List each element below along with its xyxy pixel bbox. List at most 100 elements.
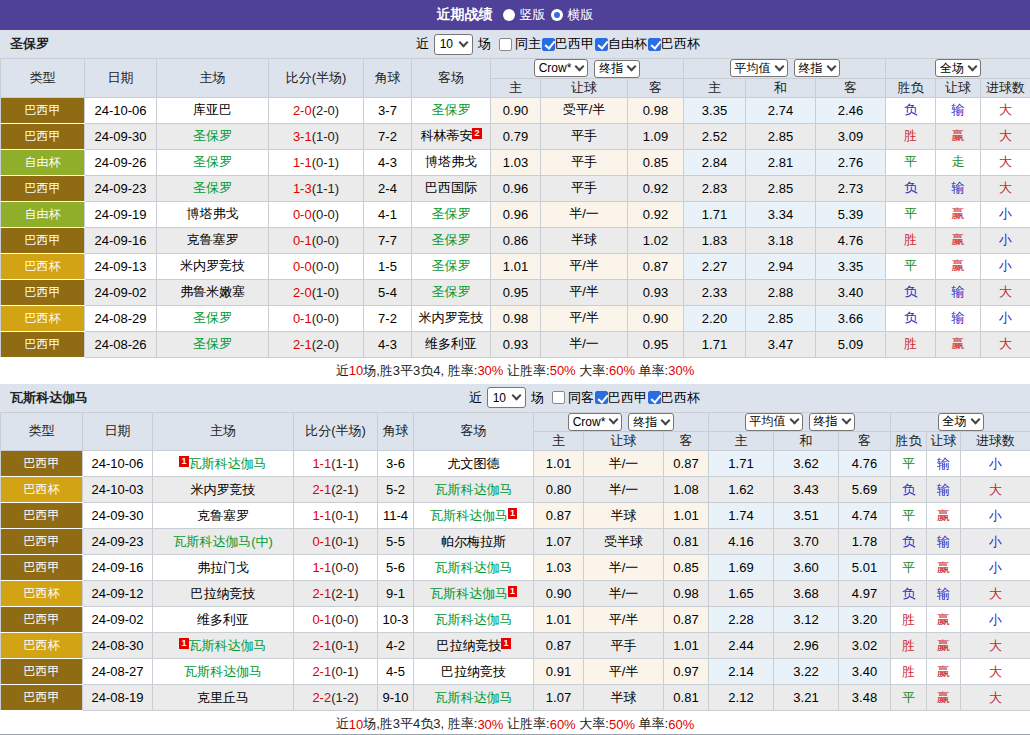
league-checkbox[interactable]: [648, 391, 661, 404]
topbar: 近期战绩 竖版横版: [0, 0, 1030, 30]
section-header: 瓦斯科达伽马近10场同客巴西甲巴西杯: [0, 384, 1030, 412]
odds-source-select[interactable]: 终指: [794, 59, 840, 77]
odds-source-select[interactable]: 平均值: [730, 59, 788, 77]
result-goals: 小: [981, 305, 1030, 331]
result-goals: 大: [981, 149, 1030, 175]
column-header: 角球: [378, 412, 414, 451]
column-header: 让球: [541, 78, 628, 97]
match-count-select-value: 10: [440, 37, 453, 51]
league-checkbox[interactable]: [648, 38, 661, 51]
table-row: 巴西杯24-08-29圣保罗0-1(0-0)7-2米内罗竞技0.98平/半0.9…: [1, 305, 1030, 331]
summary-segment: 单率:: [635, 715, 668, 733]
odds-source-select[interactable]: 全场: [938, 413, 984, 431]
handicap-odds: 0.97: [664, 659, 709, 685]
odds-source-select[interactable]: Crow*: [534, 59, 589, 77]
league-checkbox[interactable]: [595, 391, 608, 404]
team-label: 巴拉纳竞技: [436, 638, 501, 653]
ranking-marker: 1: [508, 586, 517, 597]
average-odds: 3.68: [774, 581, 839, 607]
team-label: 圣保罗: [432, 258, 471, 273]
team-section: 圣保罗近10场同主巴西甲自由杯巴西杯类型日期主场比分(半场)角球客场Crow*终…: [0, 30, 1030, 384]
chevron-down-icon: [459, 37, 469, 47]
column-header: 主: [534, 432, 584, 451]
away-team: 科林蒂安2: [412, 123, 491, 149]
average-odds: 1.74: [709, 503, 774, 529]
handicap-odds: 0.96: [491, 201, 541, 227]
result-winloss: 平: [891, 503, 927, 529]
odds-source-select[interactable]: 平均值: [745, 413, 803, 431]
average-odds: 4.76: [816, 227, 886, 253]
odds-source-select[interactable]: 终指: [809, 413, 855, 431]
handicap-odds: 1.02: [628, 227, 684, 253]
away-team: 瓦斯科达伽马1: [414, 581, 534, 607]
league-label: 巴西杯: [661, 35, 700, 53]
handicap-line: 半/一: [584, 451, 664, 477]
summary-segment: 近: [336, 715, 349, 733]
column-header: 胜负: [891, 432, 927, 451]
chevron-down-icon: [841, 415, 851, 425]
match-count-select[interactable]: 10: [434, 34, 473, 55]
handicap-odds: 1.07: [534, 685, 584, 711]
team-label: 帕尔梅拉斯: [441, 534, 506, 549]
result-handicap: 赢: [936, 227, 981, 253]
table-row: 巴西甲24-09-16弗拉门戈1-1(0-0)5-6瓦斯科达伽马1.03半/一0…: [1, 555, 1030, 581]
team-label: 瓦斯科达伽马: [430, 508, 508, 523]
column-header: 客: [839, 432, 891, 451]
league-checkbox[interactable]: [595, 38, 608, 51]
score-cell: 2-1(2-1): [294, 581, 378, 607]
league-checkbox[interactable]: [542, 38, 555, 51]
match-type-badge: 自由杯: [1, 201, 85, 227]
odds-source-select[interactable]: 终指: [594, 60, 640, 78]
away-team: 瓦斯科达伽马: [414, 477, 534, 503]
home-team: 克鲁塞罗: [157, 227, 269, 253]
summary-segment: 让胜率:: [503, 715, 549, 733]
same-venue-checkbox[interactable]: [499, 38, 512, 51]
average-odds: 5.01: [839, 555, 891, 581]
column-header: 进球数: [961, 432, 1030, 451]
handicap-line: 半/一: [584, 477, 664, 503]
halftime-score: (1-0): [312, 285, 339, 300]
summary-segment: 30%: [668, 363, 694, 378]
result-winloss: 负: [891, 529, 927, 555]
odds-group-header: 全场: [891, 412, 1030, 432]
same-venue-checkbox[interactable]: [552, 391, 565, 404]
fulltime-score: 0-1: [312, 534, 331, 549]
result-goals: 小: [981, 253, 1030, 279]
odds-source-select[interactable]: 终指: [628, 413, 674, 431]
match-type-badge: 巴西甲: [1, 279, 85, 305]
chevron-down-icon: [661, 415, 671, 425]
fulltime-score: 1-1: [312, 560, 331, 575]
column-header: 让球: [936, 78, 981, 97]
home-team: 圣保罗: [157, 331, 269, 357]
table-row: 巴西甲24-09-23圣保罗1-3(1-1)2-4巴西国际0.96平手0.922…: [1, 175, 1030, 201]
average-odds: 3.18: [746, 227, 816, 253]
handicap-odds: 0.93: [491, 331, 541, 357]
match-count-select[interactable]: 10: [487, 387, 526, 408]
halftime-score: (2-1): [331, 482, 358, 497]
team-label: 圣保罗: [432, 102, 471, 117]
league-label: 巴西甲: [608, 389, 647, 407]
corner-count: 5-2: [378, 477, 414, 503]
layout-radio-1[interactable]: [503, 9, 515, 21]
odds-source-select[interactable]: 全场: [935, 59, 981, 77]
column-header: 主场: [157, 59, 269, 98]
match-type-badge: 巴西甲: [1, 331, 85, 357]
match-date: 24-09-02: [83, 607, 153, 633]
fulltime-score: 1-1: [312, 508, 331, 523]
chevron-down-icon: [627, 62, 637, 72]
odds-source-select[interactable]: Crow*: [568, 413, 623, 431]
result-goals: 大: [961, 633, 1030, 659]
column-header: 比分(半场): [269, 59, 364, 98]
home-team: 弗鲁米嫩塞: [157, 279, 269, 305]
average-odds: 2.28: [709, 607, 774, 633]
halftime-score: (0-0): [312, 233, 339, 248]
result-goals: 小: [961, 451, 1030, 477]
score-cell: 1-3(1-1): [269, 175, 364, 201]
handicap-odds: 1.03: [534, 555, 584, 581]
layout-radio-2[interactable]: [551, 9, 563, 21]
section-header: 圣保罗近10场同主巴西甲自由杯巴西杯: [0, 30, 1030, 58]
match-date: 24-08-26: [85, 331, 157, 357]
corner-count: 10-3: [378, 607, 414, 633]
column-header: 和: [746, 78, 816, 97]
handicap-odds: 0.81: [664, 529, 709, 555]
